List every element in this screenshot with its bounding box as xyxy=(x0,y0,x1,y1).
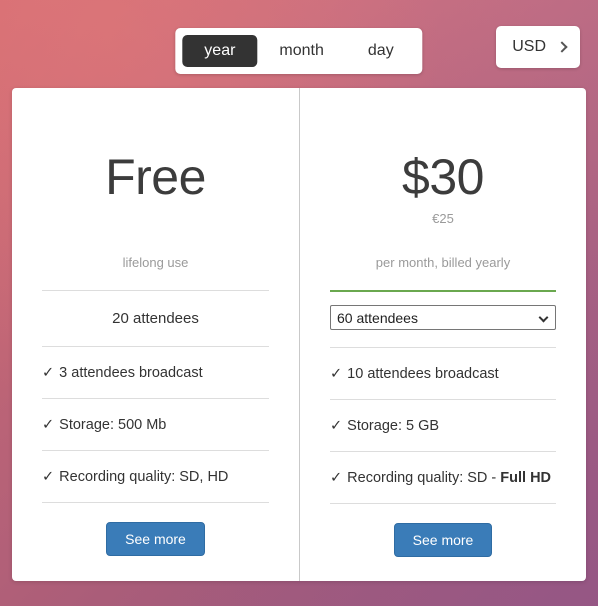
feature-item: ✓ Storage: 500 Mb xyxy=(42,398,269,450)
feature-item: ✓ 10 attendees broadcast xyxy=(330,347,556,399)
attendees-select-wrap: 60 attendees xyxy=(330,292,556,344)
plan-subtitle: lifelong use xyxy=(122,255,189,270)
check-icon: ✓ xyxy=(330,470,343,486)
period-switch[interactable]: year month day xyxy=(175,28,423,74)
plan-price-alt: €25 xyxy=(432,211,454,226)
see-more-button[interactable]: See more xyxy=(106,522,205,556)
check-icon: ✓ xyxy=(42,417,55,433)
cta-zone: See more xyxy=(42,502,269,556)
pricing-card-free: Free lifelong use 20 attendees ✓ 3 attend… xyxy=(12,88,299,581)
check-icon: ✓ xyxy=(42,469,55,485)
see-more-button[interactable]: See more xyxy=(393,523,493,557)
chevron-right-icon xyxy=(556,40,568,53)
feature-text: Recording quality: SD - xyxy=(347,470,501,486)
feature-text: 3 attendees broadcast xyxy=(59,365,203,381)
feature-list: ✓ 3 attendees broadcast ✓ Storage: 500 Mb … xyxy=(42,346,269,502)
feature-text: Storage: 500 Mb xyxy=(59,417,167,433)
feature-item: ✓ 3 attendees broadcast xyxy=(42,346,269,398)
feature-text: 10 attendees broadcast xyxy=(347,366,499,382)
pricing-page: year month day USD Free lifelong use 20 … xyxy=(0,0,598,606)
period-option-day[interactable]: day xyxy=(346,35,416,67)
currency-selector[interactable]: USD xyxy=(496,26,580,68)
attendees-select[interactable]: 60 attendees xyxy=(330,305,556,330)
feature-item: ✓ Recording quality: SD - Full HD xyxy=(330,451,556,503)
feature-text: Recording quality: SD, HD xyxy=(59,469,229,485)
check-icon: ✓ xyxy=(42,365,55,381)
feature-text-emphasis: Full HD xyxy=(500,470,552,486)
currency-label: USD xyxy=(512,38,546,55)
feature-item: ✓ Recording quality: SD, HD xyxy=(42,450,269,502)
topbar: year month day USD xyxy=(12,14,586,76)
period-option-year[interactable]: year xyxy=(182,35,258,67)
attendees-count: 20 attendees xyxy=(112,310,199,327)
feature-list: ✓ 10 attendees broadcast ✓ Storage: 5 GB ✓… xyxy=(330,347,556,503)
feature-text: Storage: 5 GB xyxy=(347,418,440,434)
plan-subtitle: per month, billed yearly xyxy=(375,255,511,270)
period-option-month[interactable]: month xyxy=(257,35,345,67)
feature-item: ✓ Storage: 5 GB xyxy=(330,399,556,451)
pricing-cards: Free lifelong use 20 attendees ✓ 3 attend… xyxy=(12,88,586,581)
plan-price: Free xyxy=(105,149,206,205)
check-icon: ✓ xyxy=(330,366,343,382)
plan-price: $30 xyxy=(402,149,484,205)
check-icon: ✓ xyxy=(330,418,343,434)
pricing-card-paid: $30 €25 per month, billed yearly 60 atte… xyxy=(299,88,586,581)
cta-zone: See more xyxy=(330,503,556,557)
